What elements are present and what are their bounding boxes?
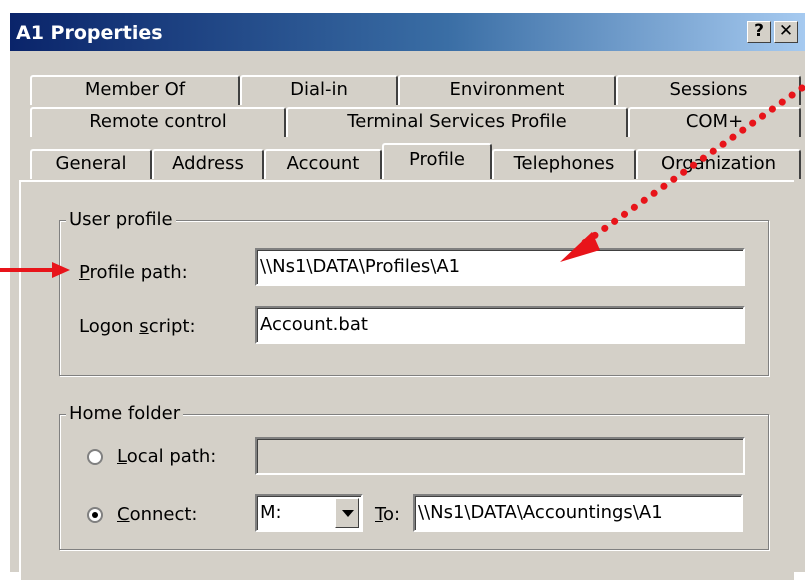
- logon-script-input[interactable]: Account.bat: [255, 306, 745, 344]
- logon-script-label: Logon script:: [79, 316, 196, 337]
- local-path-radio[interactable]: [87, 449, 103, 465]
- connect-path-input[interactable]: \\Ns1\DATA\Accountings\A1: [413, 494, 743, 532]
- tab-profile[interactable]: Profile: [382, 143, 492, 179]
- annotation-arrow-dotted: [560, 84, 805, 262]
- home-folder-legend: Home folder: [66, 403, 184, 424]
- tab-address[interactable]: Address: [152, 149, 264, 179]
- help-button[interactable]: ?: [747, 21, 771, 43]
- tab-general[interactable]: General: [30, 149, 152, 179]
- tab-account[interactable]: Account: [264, 149, 382, 179]
- connect-label: Connect:: [117, 504, 198, 525]
- local-path-label: Local path:: [117, 446, 217, 467]
- close-button[interactable]: ✕: [774, 21, 798, 43]
- profile-path-label: Profile path:: [79, 262, 188, 283]
- tab-remote-control[interactable]: Remote control: [30, 107, 286, 137]
- chevron-down-icon[interactable]: [335, 498, 359, 528]
- tab-member-of[interactable]: Member Of: [30, 75, 240, 105]
- local-path-input[interactable]: [255, 437, 745, 475]
- window-title: A1 Properties: [16, 22, 163, 44]
- tab-dial-in[interactable]: Dial-in: [240, 75, 398, 105]
- annotation-arrow-solid: [0, 262, 70, 278]
- to-label: To:: [375, 504, 401, 525]
- user-profile-legend: User profile: [66, 209, 176, 230]
- drive-letter-select[interactable]: M:: [255, 494, 363, 532]
- connect-radio[interactable]: [87, 507, 103, 523]
- title-bar: A1 Properties ? ✕: [10, 13, 805, 51]
- drive-letter-value: M:: [260, 502, 282, 523]
